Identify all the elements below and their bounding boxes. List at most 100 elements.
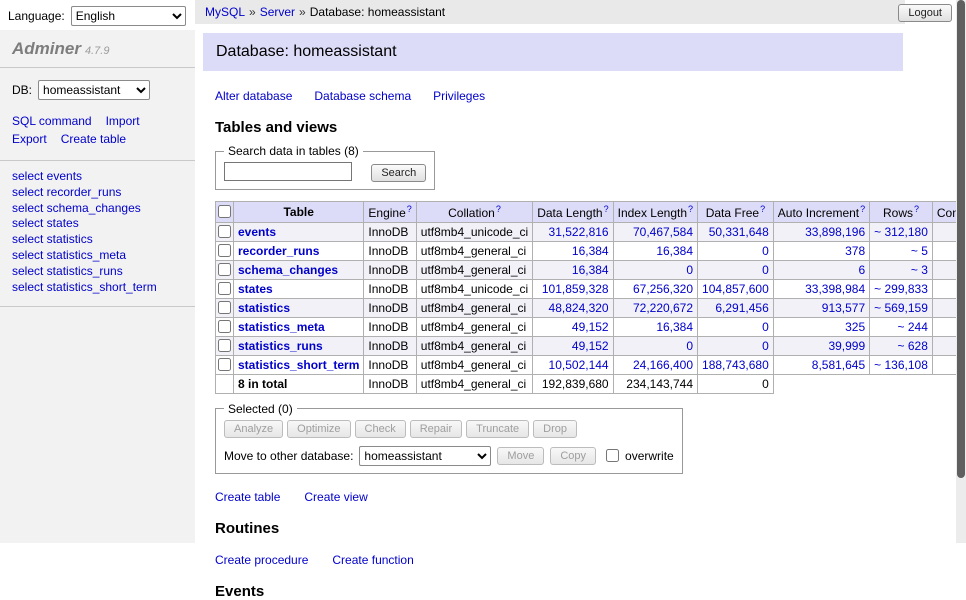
- rows-link[interactable]: ~ 3: [911, 263, 928, 277]
- select-all-checkbox[interactable]: [218, 205, 231, 218]
- column-help-link[interactable]: ?: [688, 204, 693, 214]
- data-free-link[interactable]: 188,743,680: [702, 358, 769, 372]
- database-schema-link[interactable]: Database schema: [314, 89, 411, 103]
- language-select[interactable]: English: [71, 6, 186, 26]
- logout-button[interactable]: Logout: [898, 4, 952, 22]
- copy-button[interactable]: Copy: [550, 447, 596, 465]
- data-length-link[interactable]: 16,384: [572, 263, 609, 277]
- create-function-link[interactable]: Create function: [332, 553, 413, 567]
- sidebar-link-sql-command[interactable]: SQL command: [12, 114, 92, 128]
- table-name-link[interactable]: statistics_short_term: [238, 358, 359, 372]
- data-length-link[interactable]: 101,859,328: [542, 282, 609, 296]
- selected-action-button[interactable]: Check: [355, 420, 406, 438]
- index-length-link[interactable]: 70,467,584: [633, 225, 693, 239]
- row-checkbox[interactable]: [218, 244, 231, 257]
- table-name-link[interactable]: statistics_runs: [238, 339, 323, 353]
- index-length-link[interactable]: 67,256,320: [633, 282, 693, 296]
- move-database-select[interactable]: homeassistant: [359, 446, 491, 466]
- index-length-link[interactable]: 16,384: [656, 244, 693, 258]
- selected-action-button[interactable]: Truncate: [466, 420, 529, 438]
- create-procedure-link[interactable]: Create procedure: [215, 553, 308, 567]
- auto-increment-link[interactable]: 325: [845, 320, 865, 334]
- move-button[interactable]: Move: [497, 447, 544, 465]
- selected-action-button[interactable]: Analyze: [224, 420, 283, 438]
- rows-link[interactable]: ~ 5: [911, 244, 928, 258]
- auto-increment-link[interactable]: 378: [845, 244, 865, 258]
- data-free-link[interactable]: 0: [762, 320, 769, 334]
- selected-action-button[interactable]: Repair: [410, 420, 462, 438]
- db-select[interactable]: homeassistant: [38, 80, 150, 100]
- sidebar-table-link[interactable]: select statistics: [12, 232, 183, 248]
- table-name-link[interactable]: statistics_meta: [238, 320, 325, 334]
- sidebar-table-link[interactable]: select recorder_runs: [12, 185, 183, 201]
- row-checkbox[interactable]: [218, 358, 231, 371]
- rows-link[interactable]: ~ 628: [898, 339, 928, 353]
- privileges-link[interactable]: Privileges: [433, 89, 485, 103]
- sidebar-table-link[interactable]: select states: [12, 216, 183, 232]
- selected-action-button[interactable]: Optimize: [287, 420, 350, 438]
- table-name-link[interactable]: schema_changes: [238, 263, 338, 277]
- column-help-link[interactable]: ?: [407, 204, 412, 214]
- rows-link[interactable]: ~ 299,833: [874, 282, 928, 296]
- adminer-logo-link[interactable]: Adminer: [12, 39, 81, 58]
- auto-increment-link[interactable]: 39,999: [828, 339, 865, 353]
- row-checkbox[interactable]: [218, 263, 231, 276]
- sidebar-link-create-table[interactable]: Create table: [61, 132, 126, 146]
- breadcrumb-server-link[interactable]: Server: [260, 5, 295, 19]
- create-table-link[interactable]: Create table: [215, 490, 280, 504]
- column-help-link[interactable]: ?: [914, 204, 919, 214]
- index-length-link[interactable]: 72,220,672: [633, 301, 693, 315]
- data-free-link[interactable]: 0: [762, 339, 769, 353]
- data-free-link[interactable]: 104,857,600: [702, 282, 769, 296]
- rows-link[interactable]: ~ 569,159: [874, 301, 928, 315]
- sidebar-table-link[interactable]: select events: [12, 169, 183, 185]
- selected-action-button[interactable]: Drop: [533, 420, 577, 438]
- index-length-link[interactable]: 24,166,400: [633, 358, 693, 372]
- auto-increment-link[interactable]: 33,398,984: [805, 282, 865, 296]
- breadcrumb-mysql-link[interactable]: MySQL: [205, 5, 245, 19]
- table-name-link[interactable]: states: [238, 282, 273, 296]
- data-free-link[interactable]: 50,331,648: [709, 225, 769, 239]
- create-view-link[interactable]: Create view: [304, 490, 367, 504]
- data-free-link[interactable]: 0: [762, 244, 769, 258]
- auto-increment-link[interactable]: 8,581,645: [812, 358, 865, 372]
- scrollbar-thumb[interactable]: [957, 0, 965, 478]
- table-name-link[interactable]: statistics: [238, 301, 290, 315]
- index-length-link[interactable]: 0: [686, 263, 693, 277]
- data-length-link[interactable]: 49,152: [572, 339, 609, 353]
- index-length-link[interactable]: 0: [686, 339, 693, 353]
- column-help-link[interactable]: ?: [860, 204, 865, 214]
- data-length-link[interactable]: 10,502,144: [549, 358, 609, 372]
- table-name-link[interactable]: events: [238, 225, 276, 239]
- sidebar-link-export[interactable]: Export: [12, 132, 47, 146]
- auto-increment-link[interactable]: 33,898,196: [805, 225, 865, 239]
- table-name-link[interactable]: recorder_runs: [238, 244, 319, 258]
- search-button[interactable]: Search: [371, 164, 426, 182]
- sidebar-table-link[interactable]: select statistics_short_term: [12, 280, 183, 296]
- auto-increment-link[interactable]: 6: [858, 263, 865, 277]
- data-length-link[interactable]: 16,384: [572, 244, 609, 258]
- alter-database-link[interactable]: Alter database: [215, 89, 292, 103]
- rows-link[interactable]: ~ 312,180: [874, 225, 928, 239]
- overwrite-checkbox[interactable]: [606, 449, 619, 462]
- row-checkbox[interactable]: [218, 339, 231, 352]
- column-help-link[interactable]: ?: [604, 204, 609, 214]
- sidebar-table-link[interactable]: select statistics_runs: [12, 264, 183, 280]
- vertical-scrollbar[interactable]: [956, 0, 966, 543]
- rows-link[interactable]: ~ 244: [898, 320, 928, 334]
- column-help-link[interactable]: ?: [496, 204, 501, 214]
- search-input[interactable]: [224, 162, 352, 181]
- data-length-link[interactable]: 49,152: [572, 320, 609, 334]
- row-checkbox[interactable]: [218, 320, 231, 333]
- row-checkbox[interactable]: [218, 282, 231, 295]
- rows-link[interactable]: ~ 136,108: [874, 358, 928, 372]
- sidebar-table-link[interactable]: select schema_changes: [12, 201, 183, 217]
- data-length-link[interactable]: 31,522,816: [549, 225, 609, 239]
- index-length-link[interactable]: 16,384: [656, 320, 693, 334]
- row-checkbox[interactable]: [218, 225, 231, 238]
- sidebar-table-link[interactable]: select statistics_meta: [12, 248, 183, 264]
- sidebar-link-import[interactable]: Import: [106, 114, 140, 128]
- row-checkbox[interactable]: [218, 301, 231, 314]
- data-free-link[interactable]: 6,291,456: [715, 301, 768, 315]
- data-free-link[interactable]: 0: [762, 263, 769, 277]
